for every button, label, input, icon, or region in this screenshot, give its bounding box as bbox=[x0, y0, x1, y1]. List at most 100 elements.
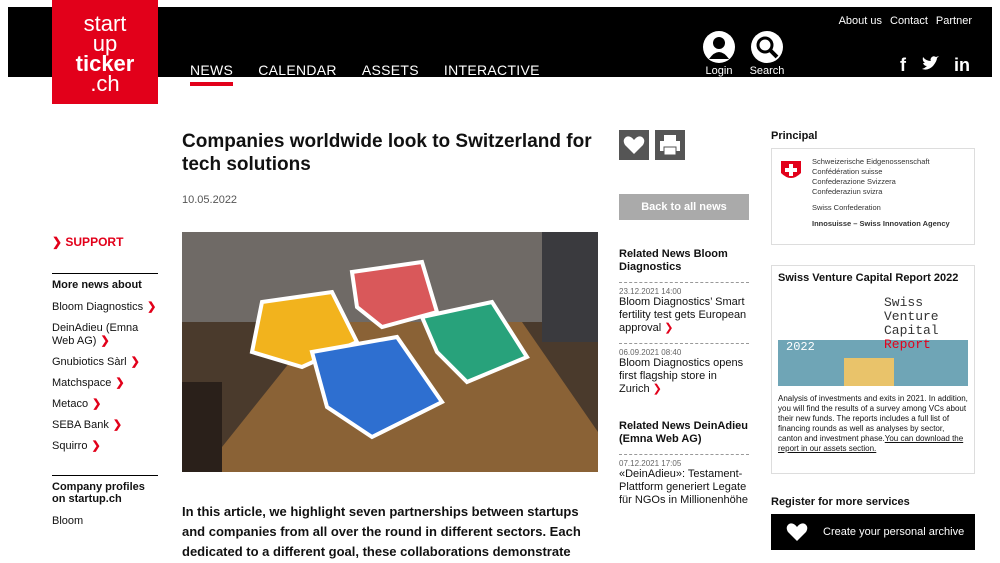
nav-calendar[interactable]: CALENDAR bbox=[258, 62, 337, 78]
article-tools: Back to all news Related News Bloom Diag… bbox=[619, 130, 749, 507]
related-text-label: Bloom Diagnostics opens first flagship s… bbox=[619, 357, 744, 395]
swiss-cross-icon bbox=[781, 161, 801, 178]
printer-icon bbox=[660, 135, 680, 156]
nav-news[interactable]: NEWS bbox=[190, 62, 234, 86]
article-lead: In this article, we highlight seven part… bbox=[182, 504, 581, 559]
news-link-label: Gnubiotics Sàrl bbox=[52, 356, 127, 368]
principal-title: Principal bbox=[771, 130, 818, 142]
startupticker-logo[interactable]: start up ticker .ch bbox=[52, 0, 158, 104]
about-link[interactable]: About us bbox=[839, 15, 882, 27]
print-button[interactable] bbox=[655, 130, 685, 160]
linkedin-icon[interactable]: in bbox=[954, 55, 970, 76]
search-icon bbox=[756, 36, 779, 59]
innosuisse-label: Innosuisse – Swiss Innovation Agency bbox=[812, 219, 950, 228]
related-item[interactable]: 07.12.2021 17:05 «DeinAdieu»: Testament-… bbox=[619, 454, 749, 507]
main-nav: NEWS CALENDAR ASSETS INTERACTIVE bbox=[190, 62, 565, 86]
news-link-label: Matchspace bbox=[52, 377, 112, 389]
news-link-bloom[interactable]: Bloom Diagnostics ❯ bbox=[52, 301, 158, 314]
login-label: Login bbox=[705, 65, 733, 77]
nav-interactive[interactable]: INTERACTIVE bbox=[444, 62, 540, 78]
related-date: 07.12.2021 17:05 bbox=[619, 459, 682, 468]
conf-line: Confederaziun svizra bbox=[812, 187, 883, 196]
conf-line: Confédération suisse bbox=[812, 167, 883, 176]
create-archive-label: Create your personal archive bbox=[823, 526, 965, 538]
vc-report-box[interactable]: Swiss Venture Capital Report 2022 Swiss … bbox=[771, 265, 975, 474]
related-deinadieu-title: Related News DeinAdieu (Emna Web AG) bbox=[619, 420, 748, 445]
related-date: 23.12.2021 14:00 bbox=[619, 287, 682, 296]
login-button[interactable] bbox=[703, 31, 735, 63]
right-sidebar: Principal Schweizerische Eidgenossenscha… bbox=[771, 130, 975, 550]
related-text-label: Bloom Diagnostics’ Smart fertility test … bbox=[619, 296, 747, 334]
article-image bbox=[182, 232, 598, 472]
support-link[interactable]: ❯ SUPPORT bbox=[52, 235, 158, 249]
company-profiles-title: Company profiles on startup.ch bbox=[52, 475, 158, 505]
conf-line: Confederazione Svizzera bbox=[812, 177, 896, 186]
news-link-label: Bloom Diagnostics bbox=[52, 301, 144, 313]
news-link-gnubiotics[interactable]: Gnubiotics Sàrl ❯ bbox=[52, 356, 158, 369]
cover-line: Swiss bbox=[884, 295, 924, 310]
related-text: «DeinAdieu»: Testament-Plattform generie… bbox=[619, 468, 749, 506]
puzzle-image bbox=[182, 232, 598, 472]
news-link-seba[interactable]: SEBA Bank ❯ bbox=[52, 419, 158, 432]
related-text: Bloom Diagnostics opens first flagship s… bbox=[619, 357, 749, 396]
article: Companies worldwide look to Switzerland … bbox=[182, 130, 598, 562]
news-link-label: DeinAdieu (Emna Web AG) bbox=[52, 322, 139, 347]
twitter-icon[interactable] bbox=[920, 55, 940, 76]
chevron-right-icon: ❯ bbox=[130, 356, 140, 368]
news-link-squirro[interactable]: Squirro ❯ bbox=[52, 440, 158, 453]
news-link-deinadieu[interactable]: DeinAdieu (Emna Web AG) ❯ bbox=[52, 322, 158, 348]
cover-line: Capital bbox=[884, 323, 939, 338]
create-archive-button[interactable]: Create your personal archive bbox=[771, 514, 975, 550]
related-text: Bloom Diagnostics’ Smart fertility test … bbox=[619, 296, 749, 335]
chevron-right-icon: ❯ bbox=[91, 440, 101, 452]
news-link-label: Metaco bbox=[52, 398, 89, 410]
confederation-names: Schweizerische Eidgenossenschaft Confédé… bbox=[812, 157, 950, 229]
user-icon bbox=[709, 37, 729, 59]
nav-assets[interactable]: ASSETS bbox=[362, 62, 419, 78]
social-links: f in bbox=[900, 55, 970, 76]
back-to-all-news-button[interactable]: Back to all news bbox=[619, 194, 749, 220]
chevron-right-icon: ❯ bbox=[112, 419, 123, 431]
left-sidebar: ❯ SUPPORT More news about Bloom Diagnost… bbox=[52, 235, 158, 536]
chevron-right-icon: ❯ bbox=[664, 322, 674, 334]
heart-icon bbox=[623, 136, 645, 154]
chevron-right-icon: ❯ bbox=[92, 398, 102, 410]
related-item[interactable]: 23.12.2021 14:00 Bloom Diagnostics’ Smar… bbox=[619, 282, 749, 335]
search-button[interactable] bbox=[751, 31, 783, 63]
partner-link[interactable]: Partner bbox=[936, 15, 972, 27]
news-link-metaco[interactable]: Metaco ❯ bbox=[52, 398, 158, 411]
article-title: Companies worldwide look to Switzerland … bbox=[182, 131, 592, 175]
search-label: Search bbox=[749, 65, 785, 77]
facebook-icon[interactable]: f bbox=[900, 55, 906, 76]
report-cover-object bbox=[844, 358, 894, 386]
conf-line: Schweizerische Eidgenossenschaft bbox=[812, 157, 930, 166]
related-date: 06.09.2021 08:40 bbox=[619, 348, 682, 357]
news-link-label: Squirro bbox=[52, 440, 88, 452]
related-bloom-title: Related News Bloom Diagnostics bbox=[619, 248, 728, 273]
article-date: 10.05.2022 bbox=[182, 194, 238, 206]
related-item[interactable]: 06.09.2021 08:40 Bloom Diagnostics opens… bbox=[619, 343, 749, 396]
chevron-right-icon: ❯ bbox=[652, 383, 662, 395]
news-link-label: SEBA Bank bbox=[52, 419, 109, 431]
contact-link[interactable]: Contact bbox=[890, 15, 928, 27]
cover-line: Report bbox=[884, 337, 931, 352]
report-year: 2022 bbox=[786, 340, 815, 354]
cover-line: Venture bbox=[884, 309, 939, 324]
more-news-title: More news about bbox=[52, 273, 158, 291]
profile-link-bloom[interactable]: Bloom bbox=[52, 515, 158, 528]
swiss-confederation-logo[interactable]: Schweizerische Eidgenossenschaft Confédé… bbox=[771, 148, 975, 245]
report-description: Analysis of investments and exits in 202… bbox=[778, 394, 968, 454]
heart-icon bbox=[786, 523, 808, 541]
logo-line4: .ch bbox=[90, 71, 120, 96]
chevron-right-icon: ❯ bbox=[115, 377, 125, 389]
swiss-confederation: Swiss Confederation bbox=[812, 203, 881, 212]
utility-links: About us Contact Partner bbox=[839, 15, 972, 27]
chevron-right-icon: ❯ bbox=[100, 335, 110, 347]
favorite-button[interactable] bbox=[619, 130, 649, 160]
support-label: SUPPORT bbox=[65, 235, 124, 249]
report-cover-title: Swiss Venture Capital Report bbox=[884, 296, 939, 352]
report-title: Swiss Venture Capital Report 2022 bbox=[778, 272, 959, 284]
news-link-matchspace[interactable]: Matchspace ❯ bbox=[52, 377, 158, 390]
register-title: Register for more services bbox=[771, 496, 910, 508]
report-cover-top bbox=[778, 290, 968, 340]
